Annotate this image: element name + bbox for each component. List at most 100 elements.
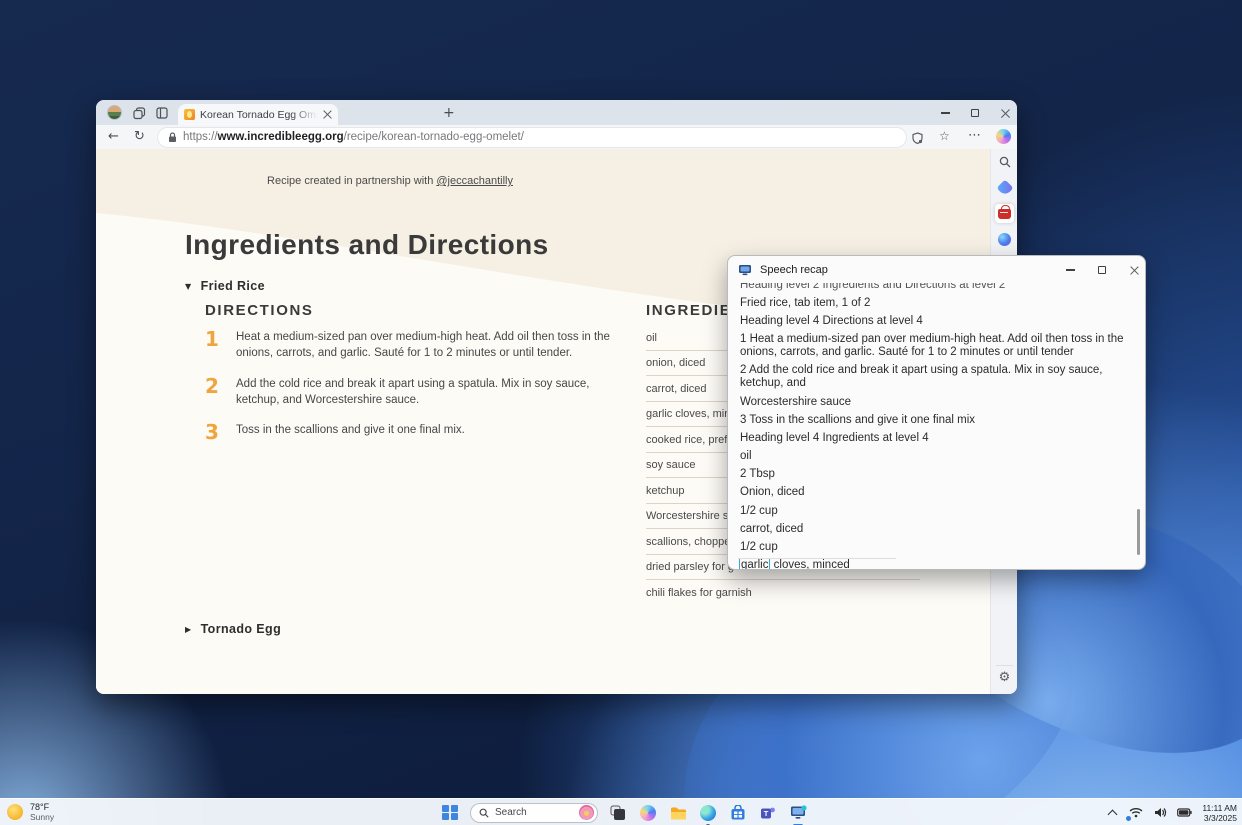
speech-recap-title: Speech recap	[760, 264, 828, 276]
recap-line: Heading level 4 Directions at level 4	[740, 312, 1133, 330]
recap-scrollbar[interactable]	[1137, 509, 1140, 555]
copilot-button[interactable]	[638, 803, 658, 823]
recap-line: 1/2 cup	[740, 538, 1133, 556]
tab-actions-icon[interactable]	[154, 105, 170, 121]
direction-step: 2 Add the cold rice and break it apart u…	[205, 375, 629, 409]
workspaces-icon[interactable]	[131, 105, 147, 121]
store-button[interactable]	[728, 803, 748, 823]
page-title: Ingredients and Directions	[185, 229, 549, 261]
battery-icon[interactable]	[1176, 805, 1192, 821]
window-close-button[interactable]	[994, 107, 1016, 119]
window-maximize-button[interactable]	[964, 107, 986, 119]
lock-icon	[168, 132, 177, 143]
direction-step: 3 Toss in the scallions and give it one …	[205, 421, 629, 443]
sidebar-search-icon[interactable]	[995, 152, 1014, 171]
recap-line: Onion, diced	[740, 484, 1133, 502]
sidebar-settings-gear-icon[interactable]: ⚙	[995, 668, 1014, 687]
system-tray: 11:11 AM 3/3/2025	[1104, 799, 1237, 825]
recap-line: 1/2 cup	[740, 502, 1133, 520]
direction-step: 1 Heat a medium-sized pan over medium-hi…	[205, 328, 629, 362]
tab-strip: Korean Tornado Egg Omelet - A +	[96, 100, 1017, 125]
recap-line: oil	[740, 448, 1133, 466]
recap-line: 1 Heat a medium-sized pan over medium-hi…	[740, 331, 1133, 362]
site-favicon-icon	[184, 109, 195, 120]
start-button[interactable]	[440, 803, 460, 823]
recap-maximize-button[interactable]	[1090, 264, 1114, 276]
more-menu-icon[interactable]: ⋯	[968, 129, 981, 142]
teams-button[interactable]: T	[758, 803, 778, 823]
address-bar[interactable]: https://www.incredibleegg.org/recipe/kor…	[158, 128, 906, 147]
taskbar-clock[interactable]: 11:11 AM 3/3/2025	[1202, 803, 1237, 823]
weather-temperature: 78°F	[30, 802, 54, 812]
accordion-tornado-egg[interactable]: ▶ Tornado Egg	[185, 622, 281, 636]
speech-recap-content[interactable]: Heading level 2 Ingredients and Directio…	[728, 283, 1145, 570]
task-view-button[interactable]	[608, 803, 628, 823]
file-explorer-button[interactable]	[668, 803, 688, 823]
directions-list: 1 Heat a medium-sized pan over medium-hi…	[205, 328, 629, 456]
sun-icon	[7, 804, 23, 820]
sidebar-basket-icon[interactable]	[995, 204, 1014, 223]
edge-button[interactable]	[698, 803, 718, 823]
speech-recap-taskbar-button[interactable]	[788, 803, 808, 823]
favorites-star-icon[interactable]: ☆	[939, 130, 950, 142]
teams-icon: T	[760, 805, 776, 821]
tab-close-icon[interactable]	[323, 110, 332, 119]
sidebar-copilot-icon[interactable]	[995, 230, 1014, 249]
sidebar-shopping-tag-icon[interactable]	[995, 178, 1014, 197]
recap-line: carrot, diced	[740, 520, 1133, 538]
search-label: Search	[495, 807, 573, 818]
recap-line: Worcestershire sauce	[740, 393, 1133, 411]
accessibility-badge-icon	[1125, 815, 1132, 822]
tray-date: 3/3/2025	[1202, 813, 1237, 823]
refresh-button[interactable]: ↻	[134, 130, 145, 143]
window-minimize-button[interactable]	[934, 107, 956, 119]
back-button[interactable]: ←	[108, 130, 119, 143]
speech-recap-titlebar: Speech recap	[728, 256, 1145, 283]
folder-icon	[670, 806, 687, 820]
volume-icon[interactable]	[1152, 805, 1168, 821]
accordion-fried-rice[interactable]: ▼ Fried Rice	[185, 279, 265, 293]
store-icon	[730, 805, 746, 821]
url-text: https://www.incredibleegg.org/recipe/kor…	[183, 131, 524, 143]
taskbar: 78°F Sunny Search	[0, 798, 1242, 825]
copilot-icon	[640, 805, 656, 821]
tray-time: 11:11 AM	[1202, 803, 1237, 813]
caret-down-icon: ▼	[185, 282, 192, 291]
weather-condition: Sunny	[30, 812, 54, 822]
tab-title: Korean Tornado Egg Omelet - A	[200, 109, 318, 121]
directions-heading: DIRECTIONS	[205, 302, 314, 319]
svg-text:T: T	[764, 809, 769, 818]
tray-chevron-up-icon[interactable]	[1104, 805, 1120, 821]
task-view-icon	[610, 805, 626, 821]
recap-line: 3 Toss in the scallions and give it one …	[740, 411, 1133, 429]
caret-right-icon: ▶	[185, 625, 192, 634]
speech-recap-window: Speech recap Heading level 2 Ingredients…	[727, 255, 1146, 570]
search-highlight-image	[579, 805, 594, 820]
narrator-word-highlight: garlic	[739, 558, 770, 570]
browser-tab[interactable]: Korean Tornado Egg Omelet - A	[178, 104, 338, 125]
recap-line: 2 Tbsp	[740, 466, 1133, 484]
weather-widget[interactable]: 78°F Sunny	[7, 802, 54, 822]
wifi-icon[interactable]	[1128, 805, 1144, 821]
recap-close-button[interactable]	[1122, 264, 1146, 276]
taskbar-search-box[interactable]: Search	[470, 803, 598, 823]
profile-avatar[interactable]	[107, 105, 122, 120]
recap-line: Fried rice, tab item, 1 of 2	[740, 294, 1133, 312]
ingredient-row: chili flakes for garnish	[646, 580, 920, 605]
taskbar-center: Search T	[440, 799, 808, 825]
new-tab-button[interactable]: +	[443, 106, 455, 120]
search-icon	[479, 808, 489, 818]
edge-icon	[700, 805, 716, 821]
recap-line: Heading level 2 Ingredients and Directio…	[740, 283, 1133, 294]
recap-line: 2 Add the cold rice and break it apart u…	[740, 362, 1133, 393]
browser-essentials-icon[interactable]	[912, 131, 923, 149]
partner-link[interactable]: @jeccachantilly	[436, 175, 513, 187]
recap-bottom-divider	[738, 558, 896, 559]
desktop: Korean Tornado Egg Omelet - A + ← ↻ http…	[0, 0, 1242, 825]
browser-toolbar: ← ↻ https://www.incredibleegg.org/recipe…	[96, 125, 1017, 149]
speech-monitor-icon	[790, 805, 807, 820]
narrator-app-icon	[738, 264, 752, 276]
windows-logo-icon	[442, 805, 458, 821]
recap-minimize-button[interactable]	[1058, 264, 1082, 276]
copilot-icon[interactable]	[996, 129, 1011, 144]
